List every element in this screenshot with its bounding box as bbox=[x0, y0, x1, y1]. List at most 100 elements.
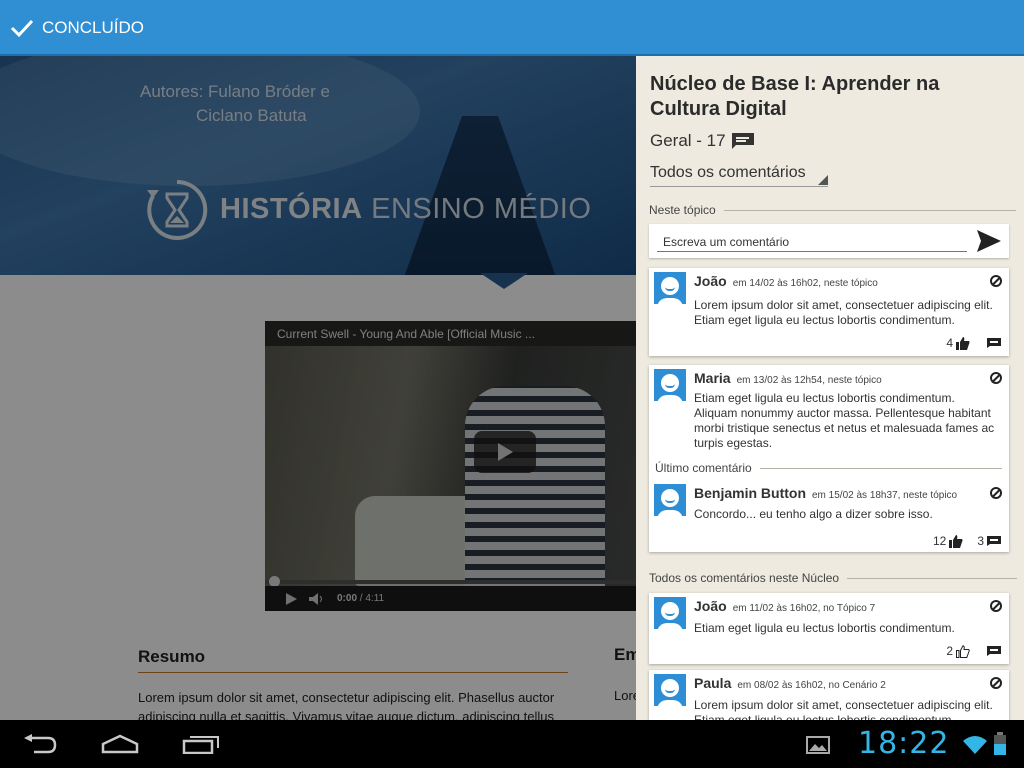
section-divider bbox=[847, 577, 1018, 579]
comment-author[interactable]: João em 11/02 às 16h02, no Tópico 7 bbox=[694, 598, 875, 614]
comment-input[interactable] bbox=[657, 232, 967, 252]
em-heading: Em bbox=[614, 645, 636, 664]
avatar[interactable] bbox=[654, 597, 686, 629]
section-all-label: Todos os comentários neste Núcleo bbox=[649, 571, 840, 585]
comment-card: Paula em 08/02 às 16h02, no Cenário 2 Lor… bbox=[649, 670, 1009, 720]
comment-icon bbox=[731, 133, 754, 149]
panel-title: Núcleo de Base I: Aprender na Cultura Di… bbox=[650, 73, 940, 120]
avatar[interactable] bbox=[654, 272, 686, 304]
comment-meta: em 15/02 às 18h37, neste tópico bbox=[812, 490, 958, 501]
block-icon[interactable] bbox=[990, 677, 1002, 689]
last-comment-separator: Último comentário bbox=[655, 461, 1002, 475]
reply-comment-icon bbox=[987, 536, 1001, 546]
comment-text: Etiam eget ligula eu lectus lobortis con… bbox=[694, 391, 995, 450]
video-scene-person bbox=[465, 386, 605, 606]
comment-text: Etiam eget ligula eu lectus lobortis con… bbox=[694, 621, 955, 635]
done-label: CONCLUÍDO bbox=[42, 18, 145, 37]
write-comment-box bbox=[649, 224, 1009, 258]
video-controls: 0:00 / 4:11 bbox=[265, 586, 636, 611]
comment-stats: 2 bbox=[946, 644, 1001, 658]
block-icon[interactable] bbox=[990, 275, 1002, 287]
resumo-text: Lorem ipsum dolor sit amet, consectetur … bbox=[138, 690, 555, 720]
video-progress-track[interactable] bbox=[265, 580, 636, 584]
comments-filter-dropdown[interactable]: Todos os comentários bbox=[650, 164, 828, 187]
video-play-button[interactable] bbox=[474, 431, 536, 473]
reply-comment-icon bbox=[987, 646, 1001, 656]
done-button[interactable]: CONCLUÍDO bbox=[10, 14, 144, 42]
reply-comment-icon bbox=[987, 338, 1001, 348]
block-icon[interactable] bbox=[990, 372, 1002, 384]
avatar[interactable] bbox=[654, 369, 686, 401]
course-content: Autores: Fulano Bróder e Ciclano Batuta … bbox=[0, 56, 636, 720]
comment-stats: 12 3 bbox=[933, 534, 1001, 548]
right-column-text: Lorem scin bbox=[614, 688, 636, 703]
home-icon[interactable] bbox=[101, 734, 139, 754]
play-icon bbox=[498, 443, 513, 461]
reply-button[interactable] bbox=[984, 646, 1001, 656]
authors-line-1: Autores: Fulano Bróder e bbox=[140, 82, 330, 101]
comment-stats: 4 bbox=[946, 336, 1001, 350]
video-time-current: 0:00 bbox=[337, 593, 358, 604]
comment-meta: em 08/02 às 16h02, no Cenário 2 bbox=[737, 680, 886, 691]
comment-author[interactable]: João em 14/02 às 16h02, neste tópico bbox=[694, 273, 878, 289]
comments-panel: Núcleo de Base I: Aprender na Cultura Di… bbox=[636, 56, 1024, 720]
subject-title: HISTÓRIA ENSINO MÉDIO bbox=[220, 193, 591, 226]
comments-filter-value: Todos os comentários bbox=[650, 164, 806, 181]
comment-card: João em 11/02 às 16h02, no Tópico 7 Etiam… bbox=[649, 593, 1009, 664]
thumbs-up-outline-icon bbox=[956, 644, 970, 658]
video-time: 0:00 / 4:11 bbox=[337, 593, 384, 604]
comment-meta: em 13/02 às 12h54, neste tópico bbox=[736, 375, 882, 386]
video-frame bbox=[265, 346, 636, 606]
authors-line-2: Ciclano Batuta bbox=[196, 106, 307, 125]
gallery-notification-icon[interactable] bbox=[806, 736, 830, 754]
play-small-icon[interactable] bbox=[285, 592, 297, 605]
comment-author-name: João bbox=[694, 273, 727, 289]
comment-card: Maria em 13/02 às 12h54, neste tópico Eti… bbox=[649, 365, 1009, 552]
comment-author-name: Maria bbox=[694, 370, 731, 386]
hourglass-history-icon bbox=[147, 179, 208, 240]
comment-card: João em 14/02 às 16h02, neste tópico Lore… bbox=[649, 268, 1009, 356]
authors-text: Autores: Fulano Bróder e Ciclano Batuta bbox=[140, 80, 330, 128]
avatar[interactable] bbox=[654, 674, 686, 706]
action-bar: CONCLUÍDO bbox=[0, 0, 1024, 56]
dropdown-triangle-icon bbox=[818, 175, 828, 185]
system-navigation-bar: 18:22 bbox=[0, 720, 1024, 768]
thumbs-up-icon bbox=[949, 534, 963, 548]
video-time-total: / 4:11 bbox=[359, 593, 385, 604]
reply-button[interactable]: 3 bbox=[977, 534, 1001, 548]
thumbs-up-icon bbox=[956, 336, 970, 350]
video-title[interactable]: Current Swell - Young And Able [Official… bbox=[277, 327, 535, 341]
check-icon bbox=[10, 19, 34, 38]
recent-apps-icon[interactable] bbox=[182, 734, 220, 754]
back-icon[interactable] bbox=[22, 734, 58, 754]
wifi-icon bbox=[963, 736, 987, 754]
volume-icon[interactable] bbox=[309, 592, 325, 605]
section-divider bbox=[759, 467, 1002, 469]
comment-meta: em 14/02 às 16h02, neste tópico bbox=[732, 278, 878, 289]
like-count: 12 bbox=[932, 534, 947, 548]
reply-button[interactable] bbox=[984, 338, 1001, 348]
status-clock: 18:22 bbox=[858, 726, 950, 761]
comment-author[interactable]: Benjamin Button em 15/02 às 18h37, neste … bbox=[694, 485, 957, 501]
section-topic: Neste tópico bbox=[649, 203, 1016, 217]
comment-text: Lorem ipsum dolor sit amet, consectetuer… bbox=[694, 698, 993, 720]
like-button[interactable]: 4 bbox=[946, 336, 970, 350]
reply-count: 3 bbox=[977, 534, 984, 548]
course-banner: Autores: Fulano Bróder e Ciclano Batuta … bbox=[0, 56, 636, 275]
comment-author-name: João bbox=[694, 598, 727, 614]
comment: Benjamin Button em 15/02 às 18h37, neste … bbox=[649, 480, 1009, 550]
send-icon[interactable] bbox=[977, 230, 1001, 252]
subject-title-bold: HISTÓRIA bbox=[220, 193, 363, 225]
comment-author[interactable]: Paula em 08/02 às 16h02, no Cenário 2 bbox=[694, 675, 886, 691]
block-icon[interactable] bbox=[990, 600, 1002, 612]
comment-text: Lorem ipsum dolor sit amet, consectetuer… bbox=[694, 298, 993, 327]
like-button[interactable]: 12 bbox=[933, 534, 963, 548]
comment-author[interactable]: Maria em 13/02 às 12h54, neste tópico bbox=[694, 370, 882, 386]
video-player[interactable]: Current Swell - Young And Able [Official… bbox=[265, 321, 636, 611]
avatar[interactable] bbox=[654, 484, 686, 516]
like-button[interactable]: 2 bbox=[946, 644, 970, 658]
comment-text: Concordo... eu tenho algo a dizer sobre … bbox=[694, 507, 933, 521]
block-icon[interactable] bbox=[990, 487, 1002, 499]
resumo-heading: Resumo bbox=[138, 647, 568, 673]
app-root: CONCLUÍDO Autores: Fulano Bróder e Cicla… bbox=[0, 0, 1024, 768]
